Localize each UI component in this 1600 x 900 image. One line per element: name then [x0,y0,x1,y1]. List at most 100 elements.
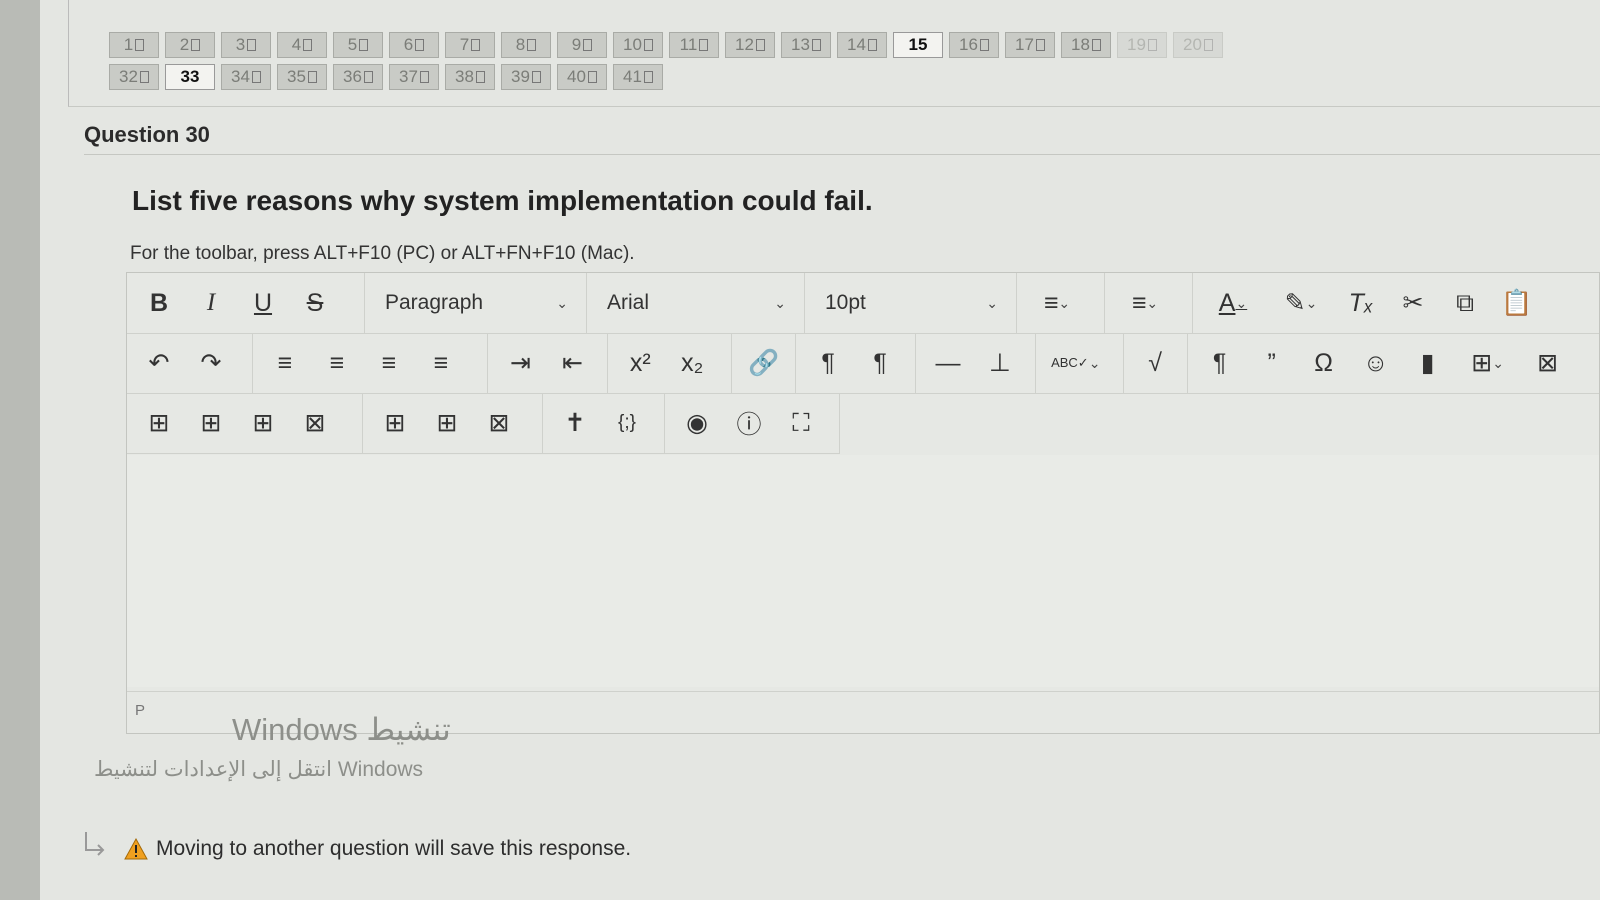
text-color-button[interactable]: A ⌄ [1201,281,1265,325]
text-style-group: B I U S [127,273,365,333]
history-group: ↶ ↷ [127,333,253,393]
question-nav-button[interactable]: 35 [277,64,327,90]
align-justify-icon[interactable]: ≡ [417,341,465,385]
cut-icon[interactable]: ✂ [1389,281,1437,325]
rtl-icon[interactable]: ¶ [856,341,904,385]
underline-button[interactable]: U [239,281,287,325]
question-nav-button[interactable]: 14 [837,32,887,58]
paste-icon[interactable]: 📋 [1493,281,1541,325]
save-notice: Moving to another question will save thi… [124,837,631,861]
indent-icon[interactable]: ⇥ [496,341,544,385]
question-nav-button[interactable]: 2 [165,32,215,58]
strikethrough-button[interactable]: S [291,281,339,325]
spellcheck-icon[interactable]: ABC✓ ⌄ [1044,341,1108,385]
question-nav-button[interactable]: 7 [445,32,495,58]
align-center-icon[interactable]: ≡ [313,341,361,385]
question-nav-button[interactable]: 33 [165,64,215,90]
page-icon [699,39,709,51]
question-nav-button[interactable]: 4 [277,32,327,58]
question-number: 6 [403,35,414,54]
show-blocks-icon[interactable]: ¶ [1196,341,1244,385]
question-nav-button[interactable]: 19 [1117,32,1167,58]
insert-column-after-icon[interactable]: ⊞ [423,401,471,445]
italic-button[interactable]: I [187,281,235,325]
question-nav-button[interactable]: 15 [893,32,943,58]
question-nav-button[interactable]: 13 [781,32,831,58]
chevron-down-icon: ⌄ [1146,294,1159,311]
spellcheck-group: ABC✓ ⌄ [1036,333,1124,393]
outdent-icon[interactable]: ⇤ [548,341,596,385]
ltr-icon[interactable]: ¶ [804,341,852,385]
numbered-list-button[interactable]: ≡ ⌄ [1113,281,1177,325]
editor-content-area[interactable] [127,455,1599,687]
align-left-icon[interactable]: ≡ [261,341,309,385]
align-right-icon[interactable]: ≡ [365,341,413,385]
question-nav-button[interactable]: 1 [109,32,159,58]
bold-button[interactable]: B [135,281,183,325]
help-icon[interactable]: ⓘ [725,401,773,445]
block-format-select[interactable]: Paragraph ⌄ [365,273,587,333]
question-number: 10 [623,35,642,54]
emoticons-icon[interactable]: ☺ [1352,341,1400,385]
question-nav-button[interactable]: 5 [333,32,383,58]
bullet-list-button[interactable]: ≡ ⌄ [1025,281,1089,325]
highlight-color-button[interactable]: ✎ ⌄ [1269,281,1333,325]
table-icon[interactable]: ⊞ ⌄ [1456,341,1520,385]
question-nav-button[interactable]: 18 [1061,32,1111,58]
code-icon[interactable]: {;} [603,401,651,445]
question-nav-button[interactable]: 3 [221,32,271,58]
anchor-icon[interactable]: ⊥ [976,341,1024,385]
question-nav-button[interactable]: 39 [501,64,551,90]
question-nav-button[interactable]: 40 [557,64,607,90]
table-columns-group: ⊞ ⊞ ⊠ [363,393,543,453]
superscript-icon[interactable]: x² [616,341,664,385]
table-cell-properties-icon[interactable]: ⊞ [135,401,183,445]
warning-icon [124,838,148,860]
delete-column-icon[interactable]: ⊠ [475,401,523,445]
font-size-value: 10pt [825,291,866,314]
unlink-icon[interactable]: 🔗 [740,341,787,385]
question-nav-button[interactable]: 36 [333,64,383,90]
font-family-select[interactable]: Arial ⌄ [587,273,805,333]
preview-eye-icon[interactable]: ◉ [673,401,721,445]
fullscreen-icon[interactable]: ⛶ [777,401,825,445]
question-nav-button[interactable]: 12 [725,32,775,58]
math-icon[interactable]: √ [1132,341,1179,385]
insert-column-before-icon[interactable]: ⊞ [371,401,419,445]
question-nav-button[interactable]: 34 [221,64,271,90]
question-nav-button[interactable]: 9 [557,32,607,58]
insert-row-after-icon[interactable]: ⊞ [239,401,287,445]
question-nav-button[interactable]: 11 [669,32,719,58]
delete-table-icon[interactable]: ⊠ [1524,341,1572,385]
question-nav-button[interactable]: 38 [445,64,495,90]
question-nav-button[interactable]: 32 [109,64,159,90]
delete-row-icon[interactable]: ⊠ [291,401,339,445]
question-nav-button[interactable]: 41 [613,64,663,90]
insert-row-before-icon[interactable]: ⊞ [187,401,235,445]
bookmark-icon[interactable]: ▮ [1404,341,1452,385]
page-icon [1203,39,1213,51]
question-nav-button[interactable]: 6 [389,32,439,58]
question-nav-button[interactable]: 20 [1173,32,1223,58]
subscript-icon[interactable]: x₂ [668,341,716,385]
question-nav-button[interactable]: 8 [501,32,551,58]
copy-icon[interactable]: ⧉ [1441,281,1489,325]
question-nav-button[interactable]: 17 [1005,32,1055,58]
question-number: 34 [231,67,250,86]
special-character-icon[interactable]: Ω [1300,341,1348,385]
question-nav-button[interactable]: 10 [613,32,663,58]
view-group: ◉ ⓘ ⛶ [665,393,837,453]
question-nav-button[interactable]: 16 [949,32,999,58]
insert-group: — ⊥ [916,333,1036,393]
question-nav-button[interactable]: 37 [389,64,439,90]
question-number: 9 [571,35,582,54]
font-size-select[interactable]: 10pt ⌄ [805,273,1017,333]
redo-icon[interactable]: ↷ [187,341,235,385]
clear-formatting-button[interactable]: Tₓ [1337,281,1385,325]
accessibility-icon[interactable]: ✝ [551,401,599,445]
blockquote-icon[interactable]: ” [1248,341,1296,385]
element-path[interactable]: P [135,702,145,719]
horizontal-line-icon[interactable]: — [924,341,972,385]
undo-icon[interactable]: ↶ [135,341,183,385]
question-number: 12 [735,35,754,54]
